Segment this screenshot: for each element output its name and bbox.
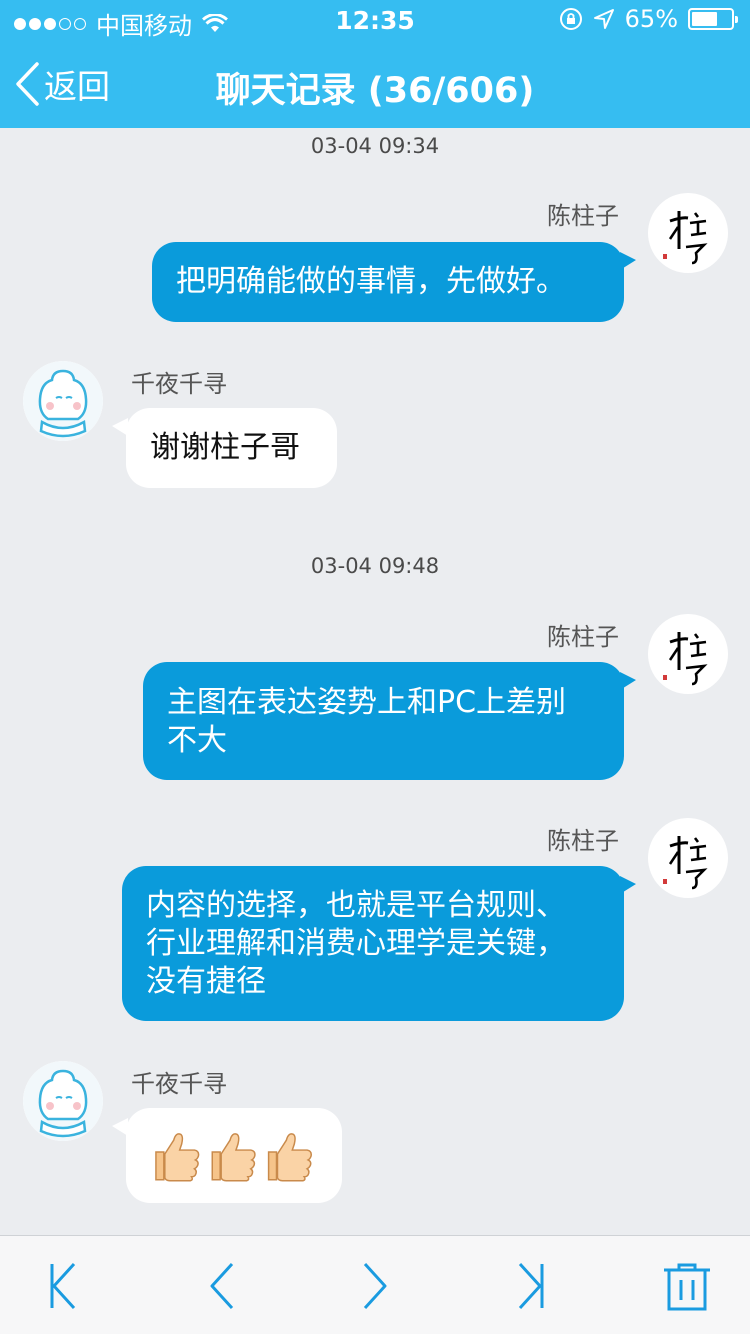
- message-text: 谢谢柱子哥: [150, 430, 300, 465]
- sender-name: 千夜千寻: [131, 370, 227, 398]
- message-text: 把明确能做的事情，先做好。: [176, 264, 566, 299]
- sender-name: 千夜千寻: [131, 1070, 227, 1098]
- thumbs-up-icon: [267, 1132, 312, 1181]
- thumbs-up-icon: [211, 1132, 256, 1181]
- avatar[interactable]: [648, 818, 728, 898]
- battery-percent: 65%: [624, 5, 678, 33]
- avatar-calligraphy-image: [663, 632, 708, 686]
- delete-button[interactable]: [662, 1262, 710, 1311]
- avatar[interactable]: [23, 361, 103, 441]
- bottom-toolbar: [0, 1235, 750, 1334]
- chevron-right-icon: [363, 1262, 387, 1310]
- location-arrow-icon: [593, 9, 614, 29]
- page-title: 聊天记录 (36/606): [215, 71, 535, 111]
- orientation-lock-icon: [559, 8, 582, 30]
- message-bubble-incoming[interactable]: 谢谢柱子哥: [126, 408, 337, 488]
- battery-fill: [692, 12, 717, 26]
- sender-name: 陈柱子: [547, 623, 619, 651]
- bubble-tail: [620, 876, 636, 894]
- thumbs-up-emoji-row: [155, 1132, 312, 1181]
- previous-page-button[interactable]: [199, 1262, 245, 1310]
- skip-first-icon: [50, 1262, 76, 1310]
- message-timestamp: 03-04 09:34: [310, 134, 440, 158]
- message-bubble-outgoing[interactable]: 把明确能做的事情，先做好。: [152, 242, 624, 322]
- first-page-button[interactable]: [40, 1262, 86, 1310]
- bubble-tail: [620, 252, 636, 270]
- avatar[interactable]: [648, 193, 728, 273]
- next-page-button[interactable]: [352, 1262, 398, 1310]
- avatar[interactable]: [648, 614, 728, 694]
- last-page-button[interactable]: [508, 1262, 554, 1310]
- chevron-left-icon: [210, 1262, 234, 1310]
- message-text-line: 主图在表达姿势上和PC上差别: [167, 685, 567, 720]
- nav-bar: 返回 聊天记录 (36/606): [0, 40, 750, 128]
- avatar-calligraphy-image: [663, 211, 708, 265]
- message-text-line: 行业理解和消费心理学是关键，: [146, 926, 566, 961]
- status-right: 65%: [559, 5, 738, 33]
- header: 中国移动 12:35 65% 返回 聊天记录 (36/606): [0, 0, 750, 128]
- message-bubble-outgoing[interactable]: 主图在表达姿势上和PC上差别 不大: [143, 662, 624, 780]
- status-bar: 中国移动 12:35 65%: [0, 0, 750, 40]
- avatar[interactable]: [23, 1061, 103, 1141]
- message-text-line: 不大: [167, 723, 227, 758]
- sender-name: 陈柱子: [547, 202, 619, 230]
- bubble-tail: [112, 1118, 128, 1136]
- message-bubble-incoming[interactable]: 👍👍👍: [126, 1108, 342, 1203]
- battery-icon: [688, 8, 738, 30]
- avatar-calligraphy-image: [663, 836, 708, 890]
- bubble-tail: [112, 418, 128, 436]
- trash-icon: [664, 1263, 710, 1311]
- cartoon-face-avatar-icon: [23, 1061, 103, 1141]
- bubble-tail: [620, 672, 636, 690]
- message-text-line: 内容的选择，也就是平台规则、: [146, 888, 566, 923]
- skip-last-icon: [518, 1262, 544, 1310]
- thumbs-up-icon: [155, 1132, 200, 1181]
- message-text-line: 没有捷径: [146, 964, 266, 999]
- message-bubble-outgoing[interactable]: 内容的选择，也就是平台规则、 行业理解和消费心理学是关键， 没有捷径: [122, 866, 624, 1021]
- cartoon-face-avatar-icon: [23, 361, 103, 441]
- message-timestamp: 03-04 09:48: [310, 554, 440, 578]
- sender-name: 陈柱子: [547, 827, 619, 855]
